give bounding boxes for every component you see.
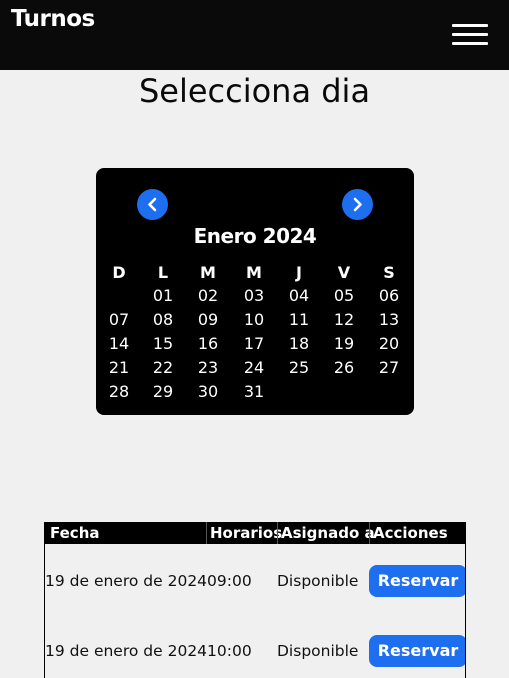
calendar-day[interactable]: 21 <box>99 358 139 378</box>
hamburger-menu-icon[interactable] <box>452 24 488 48</box>
column-divider <box>206 522 207 544</box>
cell-asignado: Disponible <box>277 572 359 590</box>
brand-title[interactable]: Turnos <box>11 6 95 32</box>
calendar-day[interactable]: 09 <box>188 310 228 330</box>
weekday-header: M <box>246 263 262 282</box>
calendar-grid: D L M M J V S 01 02 03 04 05 06 07 08 09 10 11 12 13 14 15 16 1… <box>96 168 414 415</box>
column-header-horarios: Horarios <box>210 524 283 542</box>
calendar-day[interactable]: 29 <box>143 382 183 402</box>
calendar-day[interactable]: 15 <box>143 334 183 354</box>
reservar-button[interactable]: Reservar <box>369 635 465 667</box>
calendar-day[interactable]: 23 <box>188 358 228 378</box>
weekday-header: D <box>112 263 126 282</box>
calendar-day[interactable]: 12 <box>324 310 364 330</box>
cell-fecha-horario: 19 de enero de 202410:00 <box>45 642 252 660</box>
calendar: Enero 2024 D L M M J V S 01 02 03 04 05 06 07 08 09 10 11… <box>96 168 414 415</box>
calendar-day[interactable]: 22 <box>143 358 183 378</box>
calendar-day[interactable]: 31 <box>234 382 274 402</box>
calendar-day[interactable]: 14 <box>99 334 139 354</box>
calendar-day[interactable]: 27 <box>369 358 409 378</box>
weekday-header: M <box>200 263 216 282</box>
calendar-day[interactable]: 28 <box>99 382 139 402</box>
menu-bar <box>452 24 488 27</box>
menu-bar <box>452 33 488 36</box>
appointments-table: Fecha Horarios Asignado a Acciones 19 de… <box>44 522 466 678</box>
menu-bar <box>452 42 488 45</box>
calendar-day[interactable]: 01 <box>143 286 183 306</box>
column-divider <box>369 522 370 544</box>
calendar-day[interactable]: 19 <box>324 334 364 354</box>
page-title: Selecciona dia <box>138 72 371 110</box>
calendar-day[interactable]: 05 <box>324 286 364 306</box>
table-row: 19 de enero de 202409:00 Disponible Rese… <box>45 562 465 602</box>
calendar-day[interactable]: 07 <box>99 310 139 330</box>
calendar-day[interactable]: 26 <box>324 358 364 378</box>
weekday-header: S <box>383 263 395 282</box>
column-header-acciones: Acciones <box>373 524 448 542</box>
calendar-day[interactable]: 16 <box>188 334 228 354</box>
table-row: 19 de enero de 202410:00 Disponible Rese… <box>45 632 465 672</box>
calendar-day[interactable]: 11 <box>279 310 319 330</box>
calendar-day[interactable]: 04 <box>279 286 319 306</box>
weekday-header: V <box>337 263 351 282</box>
weekday-header: J <box>296 263 302 282</box>
calendar-day[interactable]: 10 <box>234 310 274 330</box>
cell-asignado: Disponible <box>277 642 359 660</box>
cell-fecha-horario: 19 de enero de 202409:00 <box>45 572 252 590</box>
calendar-day[interactable]: 30 <box>188 382 228 402</box>
calendar-day[interactable]: 02 <box>188 286 228 306</box>
column-header-fecha: Fecha <box>50 524 100 542</box>
weekday-header: L <box>157 263 169 282</box>
reservar-button[interactable]: Reservar <box>369 565 465 597</box>
column-divider <box>277 522 278 544</box>
table-header: Fecha Horarios Asignado a Acciones <box>45 522 465 544</box>
calendar-day[interactable]: 13 <box>369 310 409 330</box>
calendar-day[interactable]: 17 <box>234 334 274 354</box>
top-navbar: Turnos <box>0 0 509 70</box>
calendar-day[interactable]: 06 <box>369 286 409 306</box>
column-header-asignado: Asignado a <box>281 524 375 542</box>
calendar-day[interactable]: 18 <box>279 334 319 354</box>
calendar-day[interactable]: 20 <box>369 334 409 354</box>
calendar-day[interactable]: 24 <box>234 358 274 378</box>
calendar-day[interactable]: 03 <box>234 286 274 306</box>
calendar-day[interactable]: 08 <box>143 310 183 330</box>
calendar-day[interactable]: 25 <box>279 358 319 378</box>
